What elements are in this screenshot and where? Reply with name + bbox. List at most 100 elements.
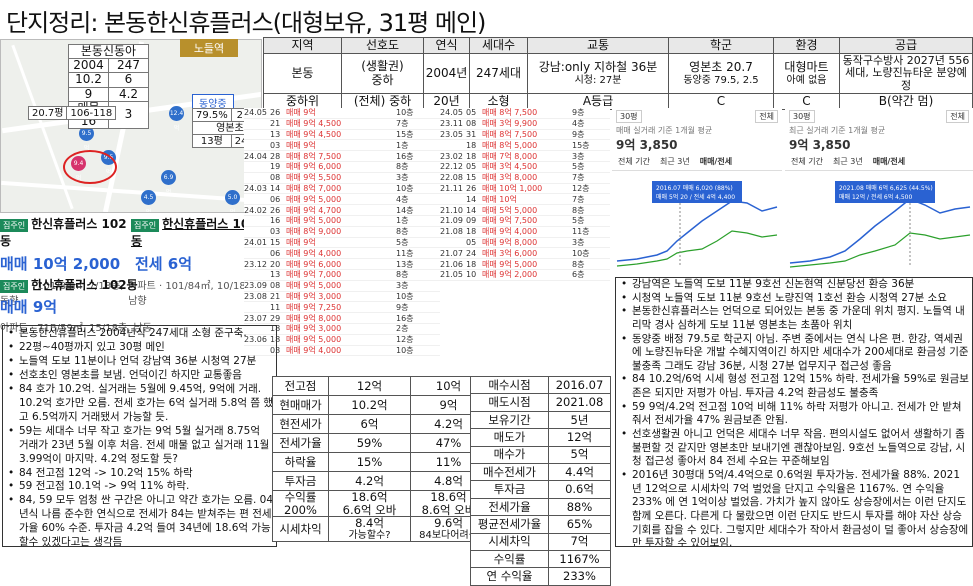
trade-cell: 23.11 bbox=[440, 119, 463, 129]
trade-row[interactable]: 19 매매 9억 6,000 8층 bbox=[244, 162, 440, 173]
trade-row[interactable]: 23.08 21 매매 9억 3,000 10층 bbox=[244, 292, 440, 303]
trade-cell: 매매 10억 bbox=[482, 194, 517, 204]
map-table-cell: 106-118 bbox=[66, 106, 117, 120]
trade-cell: 9층 bbox=[572, 108, 585, 118]
trade-cell: 19 bbox=[270, 162, 281, 172]
tab-3year[interactable]: 최근 3년 bbox=[833, 156, 863, 167]
cell-school: 영본초 20.7 동양중 79.5, 2.5 bbox=[668, 53, 774, 94]
note-item: 강남역은 노들역 도보 11분 9호선 신논현역 신분당선 환승 36분 bbox=[620, 278, 969, 292]
trade-row[interactable]: 21.07 24 매매 3억 6,000 10층 bbox=[440, 248, 610, 260]
trade-cell: 26 bbox=[466, 183, 477, 193]
trade-row[interactable]: 22.12 05 매매 3억 4,500 5층 bbox=[440, 162, 610, 173]
calc-value: 2016.07 bbox=[548, 375, 611, 395]
trade-row[interactable]: 24.05 26 매매 9억 10층 bbox=[244, 108, 440, 119]
map-pin[interactable]: 5.0억 bbox=[225, 190, 240, 212]
trade-row[interactable]: 23.11 08 매매 3억 9,900 4층 bbox=[440, 119, 610, 130]
calc-label: 투자금 bbox=[470, 480, 549, 499]
cell-supply: 동작구수방사 2027년 556 세대, 노량진뉴타운 분양예정 bbox=[839, 53, 973, 94]
area-select[interactable]: 30평 bbox=[789, 110, 815, 123]
trade-cell: 14 bbox=[466, 194, 477, 204]
price-chart-panel[interactable]: 30평 전체 최근 실거래 기준 1개월 평균 9억 3,850 전체 기간 최… bbox=[785, 108, 973, 276]
period-select[interactable]: 전체 bbox=[946, 110, 969, 123]
trade-row[interactable]: 24.05 05 매매 8억 7,500 9층 bbox=[440, 108, 610, 119]
trade-row[interactable]: 21.10 14 매매 5억 5,000 8층 bbox=[440, 205, 610, 216]
trade-cell: 24.05 bbox=[440, 108, 463, 118]
trade-cell: 9층 bbox=[396, 302, 409, 312]
trade-cell: 매매 9억 3,000 bbox=[286, 324, 342, 334]
chart-price-value: 9억 3,850 bbox=[616, 138, 678, 152]
trade-cell: 7층 bbox=[572, 173, 585, 183]
trade-row[interactable]: 23.07 29 매매 9억 8,000 16층 bbox=[244, 313, 440, 324]
trade-row[interactable]: 21.08 18 매매 9억 4,000 11층 bbox=[440, 227, 610, 238]
trade-row[interactable]: 21.05 10 매매 9억 2,000 6층 bbox=[440, 270, 610, 281]
trade-row[interactable]: 21 매매 9억 4,500 7층 bbox=[244, 119, 440, 130]
trade-row[interactable]: 03 매매 9억 1층 bbox=[244, 140, 440, 152]
trade-cell: 15 bbox=[466, 173, 477, 183]
trade-cell: 10층 bbox=[396, 345, 414, 355]
trade-cell: 24.01 bbox=[244, 237, 267, 247]
map-pin[interactable]: 12.4억 bbox=[169, 106, 184, 132]
trade-cell: 매매 5억 5,000 bbox=[482, 205, 538, 215]
note-item: 84 호가 10.2억. 실거래는 5월에 9.45억, 9억에 거래. 10.… bbox=[7, 383, 273, 425]
trade-cell: 29 bbox=[270, 313, 281, 323]
trade-cell: 매매 9억 4,000 bbox=[286, 248, 342, 258]
calc-value: 7억 bbox=[548, 532, 611, 551]
trade-row[interactable]: 24.03 14 매매 8억 7,000 10층 bbox=[244, 184, 440, 195]
trade-row[interactable]: 05 매매 9억 8,000 3층 bbox=[440, 238, 610, 249]
map-pin[interactable]: 6.9억 bbox=[161, 170, 176, 196]
trade-row[interactable]: 13 매매 9억 7,000 8층 bbox=[244, 270, 440, 281]
note-item: 선호생활권 아니고 언덕은 세대수 너무 작음. 편의시설도 없어서 생활하기 … bbox=[620, 428, 969, 469]
chart-tooltip-line: 매매 5억 20 / 전세 4억 4,400 bbox=[656, 193, 735, 201]
trade-row[interactable]: 23.02 18 매매 7억 8,000 3층 bbox=[440, 151, 610, 162]
trade-row[interactable]: 06 매매 9억 5,000 4층 bbox=[244, 194, 440, 206]
trade-cell: 매매 8억 7,500 bbox=[286, 151, 342, 161]
trade-cell: 21.05 bbox=[440, 270, 463, 280]
trade-row[interactable]: 16 매매 9억 5,000 1층 bbox=[244, 216, 440, 227]
trade-row[interactable]: 21.06 18 매매 9억 5,000 8층 bbox=[440, 259, 610, 270]
period-select[interactable]: 전체 bbox=[755, 110, 778, 123]
col-environment: 환경 bbox=[773, 37, 840, 54]
trade-row[interactable]: 13 매매 9억 4,500 15층 bbox=[244, 130, 440, 141]
trade-cell: 매매 8억 7,000 bbox=[286, 183, 342, 193]
calc-label: 매도가 bbox=[470, 428, 549, 447]
trade-row[interactable]: 08 매매 9억 5,500 3층 bbox=[244, 173, 440, 184]
past-return-table: 매수시점 2016.07 매도시점 2021.08 보유기간 5년 매도가 12억 매수가 5억 매… bbox=[470, 375, 611, 586]
trade-row[interactable]: 22.08 15 매매 3억 8,000 7층 bbox=[440, 173, 610, 184]
trade-row[interactable]: 23.12 20 매매 9억 6,000 13층 bbox=[244, 259, 440, 270]
trade-cell: 3층 bbox=[396, 173, 409, 183]
trade-cell: 03 bbox=[270, 227, 281, 237]
trade-row[interactable]: 14 매매 10억 7층 bbox=[440, 194, 610, 206]
trade-row[interactable]: 18 매매 8억 5,000 15층 bbox=[440, 140, 610, 152]
trade-row[interactable]: 21.09 09 매매 9억 7,500 5층 bbox=[440, 216, 610, 227]
trade-cell: 매매 9억 7,250 bbox=[286, 302, 342, 312]
price-chart-panel[interactable]: 30평 전체 매매 실거래 기준 1개월 평균 9억 3,850 전체 기간 최… bbox=[612, 108, 782, 276]
trade-row[interactable]: 24.01 15 매매 9억 5층 bbox=[244, 238, 440, 249]
page-title: 단지정리: 본동한신휴플러스(대형보유, 31평 메인) bbox=[6, 9, 486, 37]
trade-row[interactable]: 21.11 26 매매 10억 1,000 12층 bbox=[440, 184, 610, 195]
trade-cell: 06 bbox=[270, 194, 281, 204]
col-region: 지역 bbox=[263, 37, 342, 54]
tab-all-period[interactable]: 전체 기간 bbox=[791, 156, 823, 167]
trade-cell: 3층 bbox=[572, 237, 585, 247]
trade-cell: 11층 bbox=[572, 227, 590, 237]
trade-row[interactable]: 23.05 31 매매 8억 7,500 9층 bbox=[440, 130, 610, 141]
trade-row[interactable]: 11 매매 9억 7,250 9층 bbox=[244, 302, 440, 314]
trade-row[interactable]: 23.09 08 매매 9억 5,000 3층 bbox=[244, 281, 440, 292]
trade-history-panel[interactable]: 24.05 05 매매 8억 7,500 9층 23.11 08 매매 3억 9,900 4층… bbox=[440, 108, 610, 378]
tab-sale-jeonse[interactable]: 매매/전세 bbox=[873, 156, 905, 167]
trade-row[interactable]: 03 매매 8억 9,000 8층 bbox=[244, 227, 440, 238]
trade-row[interactable]: 06 매매 9억 4,000 11층 bbox=[244, 248, 440, 260]
tab-3year[interactable]: 최근 3년 bbox=[660, 156, 690, 167]
trade-cell: 26 bbox=[270, 205, 281, 215]
tab-all-period[interactable]: 전체 기간 bbox=[618, 156, 650, 167]
tab-sale-jeonse[interactable]: 매매/전세 bbox=[700, 156, 732, 167]
trade-row[interactable]: 24.02 26 매매 9억 4,700 14층 bbox=[244, 205, 440, 216]
map-table-cell: 79.5% bbox=[192, 108, 232, 122]
calc-label: 전세가율 bbox=[470, 497, 549, 517]
trade-cell: 매매 9억 bbox=[286, 108, 316, 118]
calc-value: 12억 bbox=[328, 376, 411, 396]
trade-cell: 매매 9억 4,000 bbox=[286, 345, 342, 355]
trade-row[interactable]: 24.04 28 매매 8억 7,500 16층 bbox=[244, 151, 440, 162]
area-select[interactable]: 30평 bbox=[616, 110, 642, 123]
map-pin[interactable]: 4.5억 bbox=[141, 190, 156, 212]
